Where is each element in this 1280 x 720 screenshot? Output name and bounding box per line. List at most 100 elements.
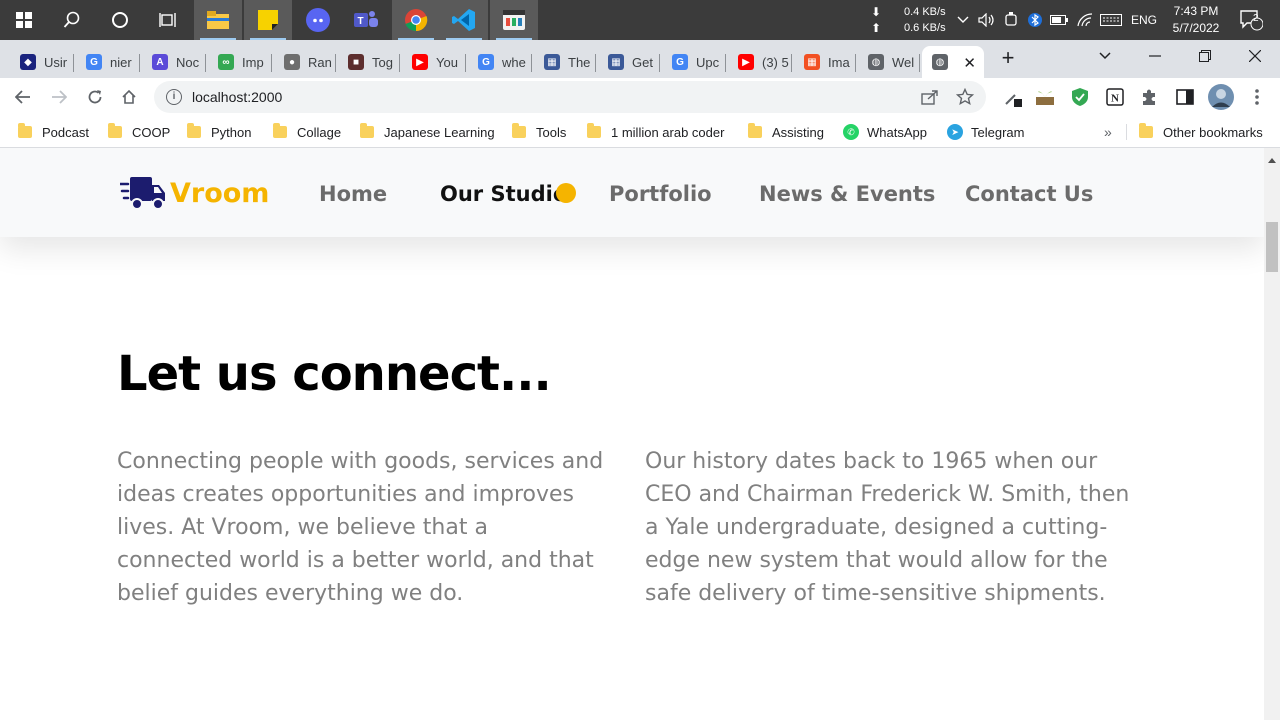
- share-icon[interactable]: [920, 87, 940, 107]
- tab-title: nier: [110, 54, 132, 70]
- site-info-icon[interactable]: i: [166, 89, 182, 105]
- bookmark-python[interactable]: Python: [187, 123, 251, 141]
- more-bookmarks-chevron[interactable]: »: [1104, 123, 1112, 141]
- volume-icon[interactable]: [976, 0, 998, 40]
- bookmark-whatsapp[interactable]: ✆ WhatsApp: [843, 123, 927, 141]
- page-scrollbar[interactable]: [1264, 148, 1280, 720]
- tab-favicon-icon: G: [86, 54, 102, 70]
- browser-tab[interactable]: Gwhe: [468, 46, 532, 78]
- browser-tab[interactable]: ▶ You: [402, 46, 466, 78]
- tab-separator: [465, 54, 466, 72]
- device-icon[interactable]: [1000, 0, 1022, 40]
- profile-avatar[interactable]: [1208, 84, 1234, 110]
- extensions-puzzle-icon[interactable]: [1138, 86, 1160, 108]
- browser-tab[interactable]: Gnier: [76, 46, 140, 78]
- wifi-icon[interactable]: [1074, 0, 1096, 40]
- address-bar[interactable]: i localhost:2000: [154, 81, 986, 113]
- bookmark-tools[interactable]: Tools: [512, 123, 566, 141]
- task-view-icon[interactable]: [144, 0, 192, 40]
- nav-portfolio[interactable]: Portfolio: [609, 182, 712, 206]
- tab-favicon-icon: G: [478, 54, 494, 70]
- tab-separator: [791, 54, 792, 72]
- tab-separator: [271, 54, 272, 72]
- shield-extension-icon[interactable]: [1069, 86, 1091, 108]
- history-paragraph: Our history dates back to 1965 when our …: [645, 449, 1130, 606]
- back-button[interactable]: [8, 82, 38, 112]
- browser-tab[interactable]: ◆ Usir: [10, 46, 74, 78]
- nav-home[interactable]: Home: [319, 182, 387, 206]
- minimize-button[interactable]: [1130, 40, 1180, 72]
- browser-tab[interactable]: ▦ Get: [598, 46, 660, 78]
- nav-contact-us[interactable]: Contact Us: [965, 182, 1093, 206]
- bluetooth-icon[interactable]: [1024, 0, 1046, 40]
- tab-separator: [73, 54, 74, 72]
- system-clock[interactable]: 7:43 PM 5/7/2022: [1164, 3, 1228, 37]
- notion-extension-icon[interactable]: N: [1104, 86, 1126, 108]
- home-button[interactable]: [114, 82, 144, 112]
- scroll-up-arrow-icon[interactable]: [1268, 158, 1276, 163]
- browser-tab[interactable]: ▦ Ima: [794, 46, 856, 78]
- chrome-icon[interactable]: [392, 0, 440, 40]
- browser-tab-active[interactable]: ◍ ✕: [922, 46, 984, 78]
- side-panel-icon[interactable]: [1174, 86, 1196, 108]
- bookmark-star-icon[interactable]: [955, 87, 975, 107]
- close-window-button[interactable]: [1230, 40, 1280, 72]
- bookmark-collage[interactable]: Collage: [273, 123, 341, 141]
- sticky-notes-icon[interactable]: [244, 0, 292, 40]
- new-tab-button[interactable]: +: [994, 44, 1022, 72]
- browser-tab[interactable]: ■ Tog: [338, 46, 400, 78]
- network-speed-widget: ⬇ 0.4 KB/s ⬆ 0.6 KB/s: [868, 4, 952, 36]
- browser-tab[interactable]: ● Ran: [274, 46, 336, 78]
- discord-icon[interactable]: [294, 0, 342, 40]
- browser-tab[interactable]: ◍ Wel: [858, 46, 920, 78]
- file-explorer-icon[interactable]: [194, 0, 242, 40]
- address-url[interactable]: localhost:2000: [192, 89, 282, 105]
- bookmark-telegram[interactable]: ➤ Telegram: [947, 123, 1024, 141]
- windows-start-icon[interactable]: [0, 0, 48, 40]
- search-icon[interactable]: [48, 0, 96, 40]
- browser-tab[interactable]: A Noc: [142, 46, 206, 78]
- bookmark-arab-coder[interactable]: 1 million arab coder: [587, 123, 724, 141]
- bookmark-japanese-learning[interactable]: Japanese Learning: [360, 123, 495, 141]
- eyedropper-extension-icon[interactable]: [1002, 86, 1024, 108]
- browser-tab[interactable]: G Upc: [662, 46, 726, 78]
- tab-search-icon[interactable]: [1080, 40, 1130, 72]
- scrollbar-thumb[interactable]: [1266, 222, 1278, 272]
- nav-news-events[interactable]: News & Events: [759, 182, 935, 206]
- svg-text:N: N: [1111, 93, 1119, 105]
- bookmark-coop[interactable]: COOP: [108, 123, 170, 141]
- keyboard-icon[interactable]: [1098, 0, 1124, 40]
- reload-button[interactable]: [80, 82, 110, 112]
- language-indicator[interactable]: ENG: [1128, 0, 1160, 40]
- forward-button[interactable]: [44, 82, 74, 112]
- cortana-icon[interactable]: [96, 0, 144, 40]
- site-logo[interactable]: Vroom: [120, 174, 269, 212]
- tab-title: You: [436, 54, 458, 70]
- download-arrow-icon: ⬇: [870, 5, 882, 19]
- video-editor-icon[interactable]: [490, 0, 538, 40]
- chevron-up-icon[interactable]: [954, 0, 972, 40]
- bookmark-podcast[interactable]: Podcast: [18, 123, 89, 141]
- plant-extension-icon[interactable]: [1034, 86, 1056, 108]
- bookmark-other[interactable]: Other bookmarks: [1139, 123, 1263, 141]
- tab-favicon-icon: G: [672, 54, 688, 70]
- nav-our-studio[interactable]: Our Studio: [440, 182, 567, 206]
- restore-button[interactable]: [1180, 40, 1230, 72]
- battery-icon[interactable]: [1048, 0, 1070, 40]
- browser-tab[interactable]: ▶ (3) 5: [728, 46, 792, 78]
- delivery-truck-icon: [120, 177, 165, 210]
- tab-title: Get: [632, 54, 653, 70]
- notification-center-icon[interactable]: 2: [1236, 0, 1266, 40]
- close-tab-icon[interactable]: ✕: [963, 54, 976, 72]
- tab-favicon-icon: ◆: [20, 54, 36, 70]
- browser-tab[interactable]: ∞ Imp: [208, 46, 272, 78]
- tab-separator: [595, 54, 596, 72]
- teams-icon[interactable]: T: [342, 0, 390, 40]
- folder-icon: [1139, 123, 1153, 138]
- vscode-icon[interactable]: [440, 0, 488, 40]
- bookmark-assisting[interactable]: Assisting: [748, 123, 824, 141]
- chrome-menu-icon[interactable]: [1246, 86, 1268, 108]
- bookmarks-divider: [1126, 124, 1127, 140]
- tab-separator: [919, 54, 920, 72]
- browser-tab[interactable]: ▦ The: [534, 46, 596, 78]
